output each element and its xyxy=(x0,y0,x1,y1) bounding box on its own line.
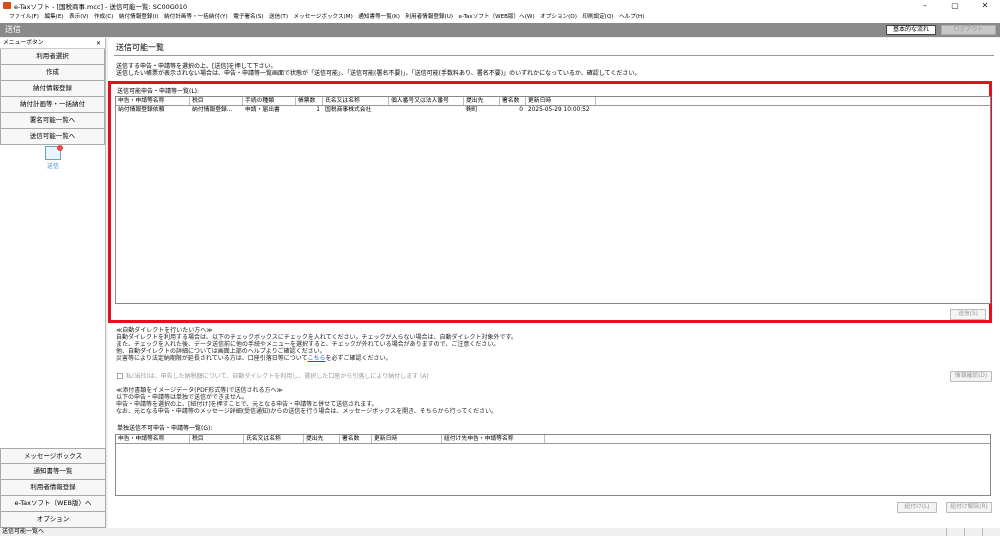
menu-header-label: メニューボタン xyxy=(3,40,44,46)
sidebar-item-signable-list[interactable]: 署名可能一覧へ xyxy=(0,113,105,129)
window-title: e-Taxソフト - [国税商事.mcc] - 送信可能一覧: SC00G010 xyxy=(14,3,188,11)
menu-signature[interactable]: 電子署名(S) xyxy=(233,11,263,23)
disaster-prefix: 災害等により法定納期限が延長されている方は、口座引落日等について xyxy=(116,355,308,362)
scol-tax-item[interactable]: 税目 xyxy=(190,435,244,443)
sendable-table[interactable]: 申告・申請等名称 税目 手続の種類 帳票数 氏名又は名称 個人番号又は法人番号 … xyxy=(115,96,991,304)
maximize-button[interactable]: ▢ xyxy=(940,0,970,11)
sidebar-item-options[interactable]: オプション xyxy=(0,512,106,528)
col-tax-item[interactable]: 税目 xyxy=(190,97,243,105)
cell-procedure-type: 申請・届出書 xyxy=(245,107,280,113)
link-button[interactable]: 紐付け(L) xyxy=(897,502,937,513)
info-confirm-button[interactable]: 情報確認(D) xyxy=(950,371,992,382)
sidebar-item-user-info[interactable]: 利用者情報登録 xyxy=(0,480,106,496)
status-cell xyxy=(964,528,982,536)
minimize-button[interactable]: – xyxy=(910,0,940,11)
cell-signature-count: 0 xyxy=(519,107,523,113)
auto-direct-label: 私(当社)は、申告した納税額について、自動ダイレクトを利用し、選択した口座から引… xyxy=(126,373,429,380)
status-cell xyxy=(982,528,1000,536)
menu-edit[interactable]: 編集(E) xyxy=(44,11,63,23)
menu-notices[interactable]: 通知書等一覧(K) xyxy=(358,11,400,23)
menu-web-version[interactable]: e-Taxソフト（WEB版）へ(W) xyxy=(459,11,535,23)
menu-payment-info[interactable]: 納付情報登録(I) xyxy=(119,11,159,23)
col-office[interactable]: 提出先 xyxy=(464,97,500,105)
menu-view[interactable]: 表示(V) xyxy=(69,11,88,23)
attach-line-3: なお、元となる申告・申請等のメッセージ詳細(受信通知)からの送信を行う場合は、メ… xyxy=(116,408,498,415)
table-row[interactable]: 納付情報登録依頼 納付情報登録… 申請・届出書 1 国税商事株式会社 麹町 0 … xyxy=(116,106,990,114)
sidebar-item-user-select[interactable]: 利用者選択 xyxy=(0,49,105,65)
header-bar: 送信 基本的な流れ ログアウト xyxy=(0,23,1000,37)
title-bar: e-Taxソフト - [国税商事.mcc] - 送信可能一覧: SC00G010… xyxy=(0,0,1000,11)
cell-tax-item: 納付情報登録… xyxy=(192,107,233,113)
menu-print-settings[interactable]: 印刷設定(Q) xyxy=(582,11,613,23)
col-form-name[interactable]: 申告・申請等名称 xyxy=(116,97,190,105)
disaster-link[interactable]: こちら xyxy=(308,355,326,362)
status-bar: 送信可能一覧へ xyxy=(0,528,1000,536)
sidebar-item-notices[interactable]: 通知書等一覧 xyxy=(0,464,106,480)
col-id-number[interactable]: 個人番号又は法人番号 xyxy=(389,97,464,105)
unlink-button[interactable]: 紐付け解除(R) xyxy=(946,502,992,513)
scol-updated[interactable]: 更新日時 xyxy=(372,435,442,443)
menu-payment-plan[interactable]: 納付計画等・一括納付(Y) xyxy=(164,11,228,23)
sidebar: メニューボタン ✕ 利用者選択 作成 納付情報登録 納付計画等・一括納付 署名可… xyxy=(0,38,106,528)
cell-form-count: 1 xyxy=(316,107,320,113)
menu-help[interactable]: ヘルプ(H) xyxy=(619,11,644,23)
cell-id-number xyxy=(389,106,464,114)
menu-header: メニューボタン ✕ xyxy=(0,38,105,49)
scol-name[interactable]: 氏名又は名称 xyxy=(244,435,304,443)
cell-office: 麹町 xyxy=(466,107,478,113)
scol-link-target[interactable]: 紐付け先申告・申請等名称 xyxy=(442,435,545,443)
menu-file[interactable]: ファイル(F) xyxy=(9,11,39,23)
sidebar-item-create[interactable]: 作成 xyxy=(0,65,105,81)
col-procedure-type[interactable]: 手続の種類 xyxy=(243,97,296,105)
logout-button[interactable]: ログアウト xyxy=(941,25,996,35)
close-icon[interactable]: ✕ xyxy=(96,38,101,49)
status-cell xyxy=(946,528,964,536)
sidebar-item-sendable-list[interactable]: 送信可能一覧へ xyxy=(0,129,105,145)
app-icon xyxy=(3,2,11,9)
menu-create[interactable]: 作成(C) xyxy=(94,11,113,23)
table-header: 申告・申請等名称 税目 手続の種類 帳票数 氏名又は名称 個人番号又は法人番号 … xyxy=(116,97,990,106)
cell-form-name: 納付情報登録依頼 xyxy=(118,107,165,113)
single-table-header: 申告・申請等名称 税目 氏名又は名称 提出先 署名数 更新日時 紐付け先申告・申… xyxy=(116,435,990,444)
page-title: 送信可能一覧 xyxy=(116,43,164,52)
col-updated[interactable]: 更新日時 xyxy=(526,97,596,105)
send-tool[interactable]: 送信 xyxy=(38,145,68,170)
col-form-count[interactable]: 帳票数 xyxy=(296,97,323,105)
menu-message-box[interactable]: メッセージボックス(M) xyxy=(294,11,353,23)
close-button[interactable]: ✕ xyxy=(970,0,1000,11)
menu-send[interactable]: 送信(T) xyxy=(269,11,288,23)
menu-options[interactable]: オプション(O) xyxy=(540,11,577,23)
auto-direct-checkbox[interactable] xyxy=(117,372,123,379)
sendable-list-label: 送信可能申告・申請等一覧(L): xyxy=(117,88,200,95)
status-text: 送信可能一覧へ xyxy=(2,528,45,535)
col-signature-count[interactable]: 署名数 xyxy=(500,97,526,105)
disaster-suffix: を必ずご確認ください。 xyxy=(325,355,392,362)
single-list-label: 単独送信不可申告・申請等一覧(G): xyxy=(117,425,213,432)
sidebar-item-message-box[interactable]: メッセージボックス xyxy=(0,448,106,464)
send-label: 送信 xyxy=(46,163,59,170)
sidebar-item-payment-plan[interactable]: 納付計画等・一括納付 xyxy=(0,97,105,113)
auto-direct-checkbox-row[interactable]: 私(当社)は、申告した納税額について、自動ダイレクトを利用し、選択した口座から引… xyxy=(117,371,429,380)
disaster-notice: 災害等により法定納期限が延長されている方は、口座引落日等についてこちらを必ずご確… xyxy=(116,355,392,362)
single-table[interactable]: 申告・申請等名称 税目 氏名又は名称 提出先 署名数 更新日時 紐付け先申告・申… xyxy=(115,434,991,496)
basic-flow-button[interactable]: 基本的な流れ xyxy=(886,25,936,35)
sidebar-item-payment-info[interactable]: 納付情報登録 xyxy=(0,81,105,97)
cell-updated: 2025-05-29 10:00:52 xyxy=(528,107,590,113)
scol-signature-count[interactable]: 署名数 xyxy=(340,435,372,443)
sidebar-item-web-version[interactable]: e-Taxソフト（WEB版）へ xyxy=(0,496,106,512)
title-divider xyxy=(114,55,994,56)
scol-form-name[interactable]: 申告・申請等名称 xyxy=(116,435,190,443)
info-line-2: 送信したい帳票が表示されない場合は、申告・申請等一覧画面で状態が「送信可能」、「… xyxy=(116,70,641,77)
send-icon xyxy=(45,145,63,160)
scol-office[interactable]: 提出先 xyxy=(304,435,340,443)
menu-user-info[interactable]: 利用者情報登録(U) xyxy=(405,11,453,23)
main-panel: 送信可能一覧 送信する申告・申請等を選択の上、[送信]を押して下さい。 送信した… xyxy=(108,38,1000,528)
header-title: 送信 xyxy=(5,25,21,34)
col-name[interactable]: 氏名又は名称 xyxy=(323,97,389,105)
menu-bar: ファイル(F) 編集(E) 表示(V) 作成(C) 納付情報登録(I) 納付計画… xyxy=(0,11,1000,23)
send-button[interactable]: 送信(S) xyxy=(950,309,986,320)
cell-name: 国税商事株式会社 xyxy=(325,107,372,113)
